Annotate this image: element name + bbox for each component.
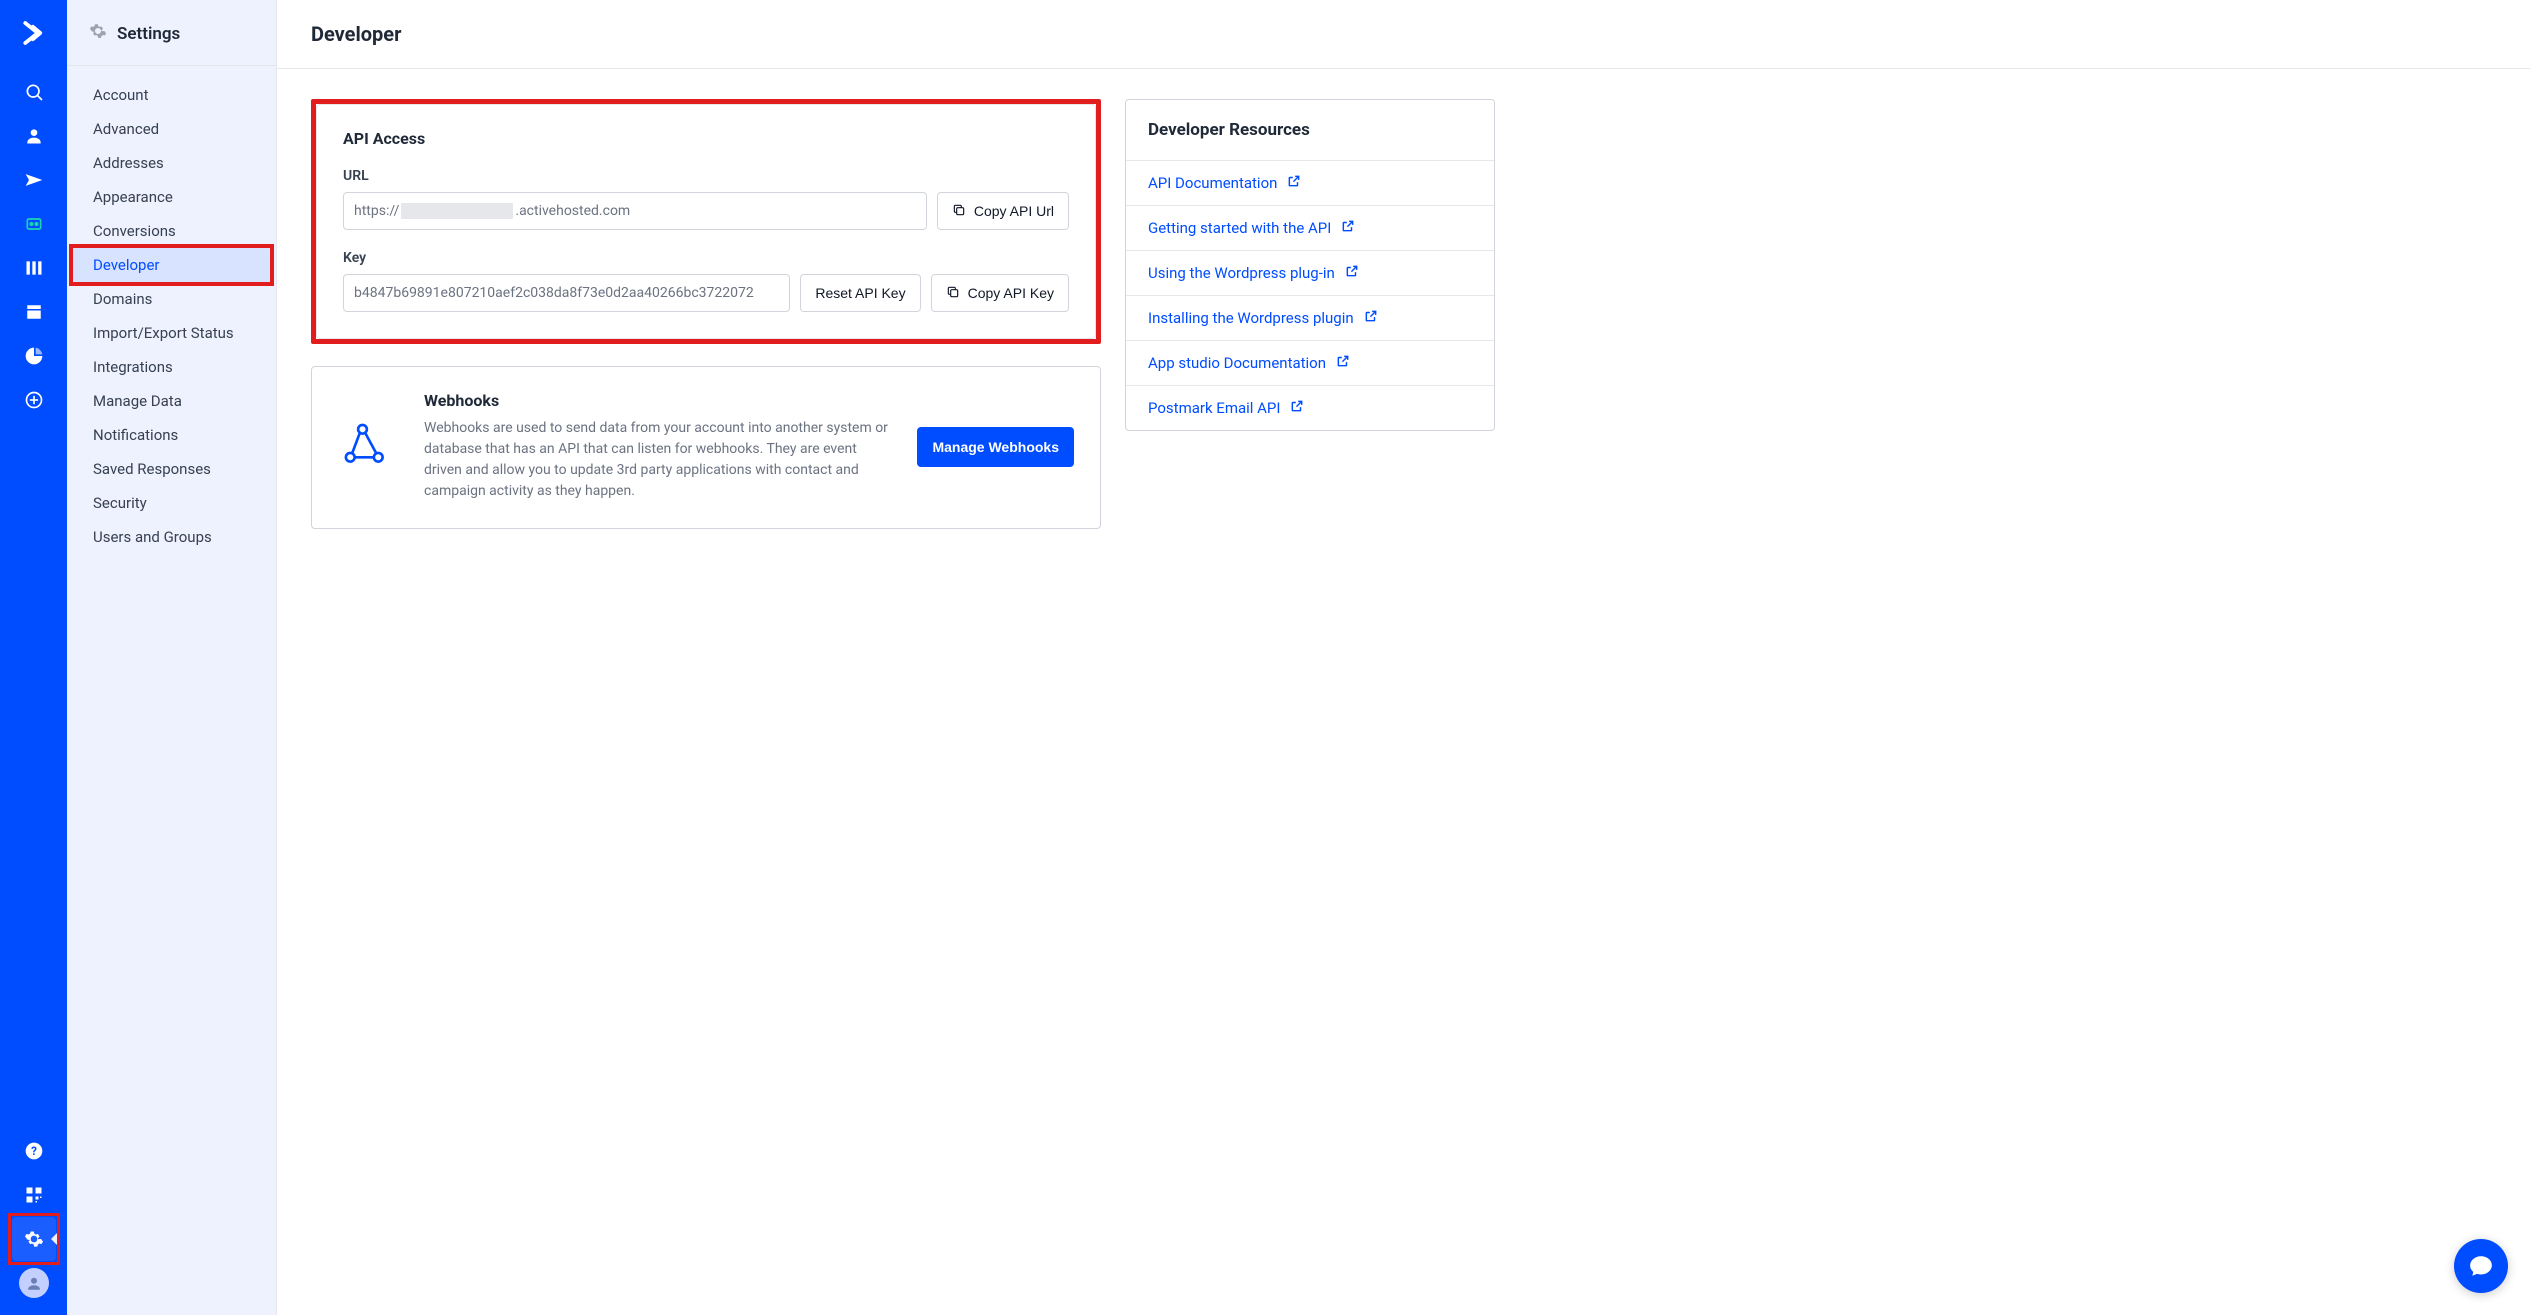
sidebar-item-security[interactable]: Security bbox=[71, 486, 272, 520]
sidebar-title: Settings bbox=[117, 24, 180, 44]
settings-icon[interactable] bbox=[12, 1217, 56, 1261]
external-link-icon bbox=[1341, 219, 1355, 237]
sidebar-item-conversions[interactable]: Conversions bbox=[71, 214, 272, 248]
main-header: Developer bbox=[277, 0, 2530, 69]
sidebar-item-advanced[interactable]: Advanced bbox=[71, 112, 272, 146]
api-key-input[interactable]: b4847b69891e807210aef2c038da8f73e0d2aa40… bbox=[343, 274, 790, 312]
deals-icon[interactable] bbox=[12, 246, 56, 290]
resource-app-studio[interactable]: App studio Documentation bbox=[1126, 340, 1494, 385]
sidebar-item-import-export[interactable]: Import/Export Status bbox=[71, 316, 272, 350]
chat-fab[interactable] bbox=[2454, 1239, 2508, 1293]
sidebar-items: Account Advanced Addresses Appearance Co… bbox=[67, 66, 276, 566]
sidebar-item-saved-responses[interactable]: Saved Responses bbox=[71, 452, 272, 486]
webhook-icon bbox=[338, 417, 398, 477]
resource-label: Postmark Email API bbox=[1148, 399, 1280, 417]
sidebar-item-manage-data[interactable]: Manage Data bbox=[71, 384, 272, 418]
sidebar-item-domains[interactable]: Domains bbox=[71, 282, 272, 316]
api-url-redacted bbox=[401, 203, 513, 219]
resource-api-documentation[interactable]: API Documentation bbox=[1126, 160, 1494, 205]
reset-api-key-button[interactable]: Reset API Key bbox=[800, 274, 920, 312]
copy-key-label: Copy API Key bbox=[968, 285, 1054, 301]
external-link-icon bbox=[1336, 354, 1350, 372]
api-access-title: API Access bbox=[343, 129, 1069, 148]
api-key-value: b4847b69891e807210aef2c038da8f73e0d2aa40… bbox=[354, 285, 754, 301]
resource-label: Installing the Wordpress plugin bbox=[1148, 309, 1354, 327]
sidebar-item-account[interactable]: Account bbox=[71, 78, 272, 112]
reports-icon[interactable] bbox=[12, 334, 56, 378]
sidebar-item-users-groups[interactable]: Users and Groups bbox=[71, 520, 272, 554]
resource-installing-wp-plugin[interactable]: Installing the Wordpress plugin bbox=[1126, 295, 1494, 340]
copy-icon bbox=[952, 203, 966, 220]
webhooks-card: Webhooks Webhooks are used to send data … bbox=[311, 366, 1101, 529]
developer-resources-card: Developer Resources API Documentation Ge… bbox=[1125, 99, 1495, 431]
campaigns-icon[interactable] bbox=[12, 158, 56, 202]
url-label: URL bbox=[343, 168, 1069, 184]
nav-rail: ? bbox=[0, 0, 67, 1315]
sidebar-header: Settings bbox=[67, 0, 276, 66]
gear-icon bbox=[89, 22, 107, 45]
sidebar-item-addresses[interactable]: Addresses bbox=[71, 146, 272, 180]
external-link-icon bbox=[1364, 309, 1378, 327]
resource-label: Using the Wordpress plug-in bbox=[1148, 264, 1335, 282]
settings-sidebar: Settings Account Advanced Addresses Appe… bbox=[67, 0, 277, 1315]
api-access-card: API Access URL https:// .activehosted.com… bbox=[311, 99, 1101, 344]
api-url-prefix: https:// bbox=[354, 203, 399, 219]
avatar-icon[interactable] bbox=[12, 1261, 56, 1305]
sidebar-item-notifications[interactable]: Notifications bbox=[71, 418, 272, 452]
webhooks-title: Webhooks bbox=[424, 391, 891, 410]
reset-key-label: Reset API Key bbox=[815, 285, 905, 301]
svg-text:?: ? bbox=[31, 1144, 37, 1158]
website-icon[interactable] bbox=[12, 378, 56, 422]
resource-postmark-api[interactable]: Postmark Email API bbox=[1126, 385, 1494, 430]
help-icon[interactable]: ? bbox=[12, 1129, 56, 1173]
api-url-suffix: .activehosted.com bbox=[515, 203, 630, 219]
apps-icon[interactable] bbox=[12, 1173, 56, 1217]
contacts-icon[interactable] bbox=[12, 114, 56, 158]
resource-label: API Documentation bbox=[1148, 174, 1277, 192]
main-panel: Developer API Access URL https:// .active… bbox=[277, 0, 2530, 1315]
external-link-icon bbox=[1287, 174, 1301, 192]
resource-getting-started[interactable]: Getting started with the API bbox=[1126, 205, 1494, 250]
resource-using-wp-plugin[interactable]: Using the Wordpress plug-in bbox=[1126, 250, 1494, 295]
page-title: Developer bbox=[311, 22, 2496, 46]
copy-url-label: Copy API Url bbox=[974, 203, 1054, 219]
sidebar-item-appearance[interactable]: Appearance bbox=[71, 180, 272, 214]
webhooks-description: Webhooks are used to send data from your… bbox=[424, 418, 891, 502]
api-url-input[interactable]: https:// .activehosted.com bbox=[343, 192, 927, 230]
resources-title: Developer Resources bbox=[1126, 100, 1494, 160]
key-label: Key bbox=[343, 250, 1069, 266]
manage-webhooks-button[interactable]: Manage Webhooks bbox=[917, 427, 1074, 467]
external-link-icon bbox=[1345, 264, 1359, 282]
manage-webhooks-label: Manage Webhooks bbox=[932, 439, 1059, 455]
external-link-icon bbox=[1290, 399, 1304, 417]
sidebar-item-developer[interactable]: Developer bbox=[71, 248, 272, 282]
resource-label: App studio Documentation bbox=[1148, 354, 1326, 372]
logo-icon[interactable] bbox=[19, 18, 49, 52]
copy-icon bbox=[946, 285, 960, 302]
copy-api-key-button[interactable]: Copy API Key bbox=[931, 274, 1069, 312]
copy-api-url-button[interactable]: Copy API Url bbox=[937, 192, 1069, 230]
lists-icon[interactable] bbox=[12, 290, 56, 334]
chat-icon bbox=[2468, 1253, 2494, 1279]
automations-icon[interactable] bbox=[12, 202, 56, 246]
resource-label: Getting started with the API bbox=[1148, 219, 1331, 237]
search-icon[interactable] bbox=[12, 70, 56, 114]
sidebar-item-integrations[interactable]: Integrations bbox=[71, 350, 272, 384]
